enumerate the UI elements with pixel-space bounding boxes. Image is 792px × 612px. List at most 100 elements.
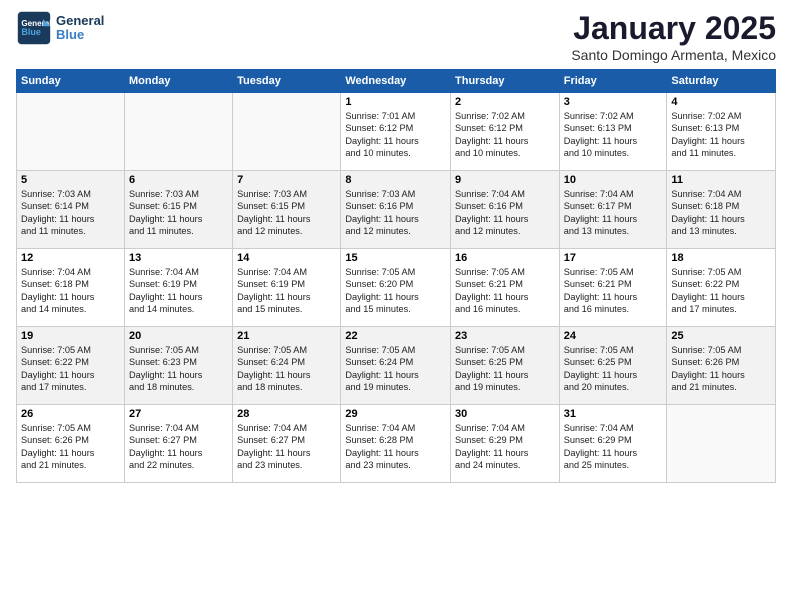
day-number: 7 <box>237 174 336 186</box>
day-number: 28 <box>237 408 336 420</box>
day-info: Sunrise: 7:05 AMSunset: 6:25 PMDaylight:… <box>455 344 555 394</box>
day-info: Sunrise: 7:05 AMSunset: 6:21 PMDaylight:… <box>455 266 555 316</box>
day-info: Sunrise: 7:05 AMSunset: 6:25 PMDaylight:… <box>564 344 663 394</box>
day-number: 16 <box>455 252 555 264</box>
day-number: 23 <box>455 330 555 342</box>
day-info: Sunrise: 7:04 AMSunset: 6:18 PMDaylight:… <box>21 266 120 316</box>
calendar-cell: 12 Sunrise: 7:04 AMSunset: 6:18 PMDayligh… <box>17 249 125 327</box>
day-info: Sunrise: 7:04 AMSunset: 6:18 PMDaylight:… <box>671 188 771 238</box>
logo-line2: Blue <box>56 28 104 42</box>
day-info: Sunrise: 7:01 AMSunset: 6:12 PMDaylight:… <box>345 110 446 160</box>
calendar-cell: 7Sunrise: 7:03 AMSunset: 6:15 PMDaylight… <box>233 171 341 249</box>
day-number: 13 <box>129 252 228 264</box>
calendar-cell: 25 Sunrise: 7:05 AMSunset: 6:26 PMDayligh… <box>667 327 776 405</box>
day-info: Sunrise: 7:05 AMSunset: 6:20 PMDaylight:… <box>345 266 446 316</box>
day-info: Sunrise: 7:02 AMSunset: 6:13 PMDaylight:… <box>671 110 771 160</box>
logo-line1: General <box>56 14 104 28</box>
calendar-cell: 1Sunrise: 7:01 AMSunset: 6:12 PMDaylight… <box>341 93 451 171</box>
header: General Blue General Blue January 2025 S… <box>16 10 776 63</box>
day-info: Sunrise: 7:05 AMSunset: 6:26 PMDaylight:… <box>671 344 771 394</box>
calendar-cell: 29Sunrise: 7:04 AMSunset: 6:28 PMDayligh… <box>341 405 451 483</box>
day-number: 17 <box>564 252 663 264</box>
calendar-week-row: 19 Sunrise: 7:05 AMSunset: 6:22 PMDayligh… <box>17 327 776 405</box>
day-info: Sunrise: 7:03 AMSunset: 6:14 PMDaylight:… <box>21 188 120 238</box>
calendar-cell: 26 Sunrise: 7:05 AMSunset: 6:26 PMDayligh… <box>17 405 125 483</box>
weekday-header-wednesday: Wednesday <box>341 70 451 93</box>
weekday-header-monday: Monday <box>124 70 232 93</box>
page: General Blue General Blue January 2025 S… <box>0 0 792 612</box>
svg-text:Blue: Blue <box>21 27 41 37</box>
calendar-cell: 15Sunrise: 7:05 AMSunset: 6:20 PMDayligh… <box>341 249 451 327</box>
calendar-cell: 23 Sunrise: 7:05 AMSunset: 6:25 PMDayligh… <box>451 327 560 405</box>
calendar-cell <box>667 405 776 483</box>
day-info: Sunrise: 7:04 AMSunset: 6:27 PMDaylight:… <box>129 422 228 472</box>
day-number: 21 <box>237 330 336 342</box>
day-info: Sunrise: 7:03 AMSunset: 6:15 PMDaylight:… <box>129 188 228 238</box>
weekday-header-saturday: Saturday <box>667 70 776 93</box>
calendar-cell: 19 Sunrise: 7:05 AMSunset: 6:22 PMDayligh… <box>17 327 125 405</box>
calendar-week-row: 26 Sunrise: 7:05 AMSunset: 6:26 PMDayligh… <box>17 405 776 483</box>
month-title: January 2025 <box>571 10 776 47</box>
day-info: Sunrise: 7:04 AMSunset: 6:29 PMDaylight:… <box>564 422 663 472</box>
calendar-week-row: 12 Sunrise: 7:04 AMSunset: 6:18 PMDayligh… <box>17 249 776 327</box>
day-number: 14 <box>237 252 336 264</box>
day-number: 2 <box>455 96 555 108</box>
calendar-table: SundayMondayTuesdayWednesdayThursdayFrid… <box>16 69 776 483</box>
weekday-header-thursday: Thursday <box>451 70 560 93</box>
day-number: 24 <box>564 330 663 342</box>
calendar-cell: 13Sunrise: 7:04 AMSunset: 6:19 PMDayligh… <box>124 249 232 327</box>
day-number: 20 <box>129 330 228 342</box>
day-number: 25 <box>671 330 771 342</box>
day-number: 3 <box>564 96 663 108</box>
calendar-cell: 20 Sunrise: 7:05 AMSunset: 6:23 PMDayligh… <box>124 327 232 405</box>
calendar-cell: 16 Sunrise: 7:05 AMSunset: 6:21 PMDayligh… <box>451 249 560 327</box>
calendar-cell <box>233 93 341 171</box>
day-number: 19 <box>21 330 120 342</box>
weekday-header-tuesday: Tuesday <box>233 70 341 93</box>
day-info: Sunrise: 7:04 AMSunset: 6:19 PMDaylight:… <box>237 266 336 316</box>
calendar-cell: 27 Sunrise: 7:04 AMSunset: 6:27 PMDayligh… <box>124 405 232 483</box>
day-info: Sunrise: 7:04 AMSunset: 6:17 PMDaylight:… <box>564 188 663 238</box>
calendar-cell: 22Sunrise: 7:05 AMSunset: 6:24 PMDayligh… <box>341 327 451 405</box>
location: Santo Domingo Armenta, Mexico <box>571 47 776 63</box>
calendar-cell: 10Sunrise: 7:04 AMSunset: 6:17 PMDayligh… <box>559 171 667 249</box>
calendar-cell: 3 Sunrise: 7:02 AMSunset: 6:13 PMDaylight… <box>559 93 667 171</box>
logo-icon: General Blue <box>16 10 52 46</box>
calendar-cell <box>17 93 125 171</box>
day-info: Sunrise: 7:05 AMSunset: 6:24 PMDaylight:… <box>237 344 336 394</box>
day-info: Sunrise: 7:02 AMSunset: 6:13 PMDaylight:… <box>564 110 663 160</box>
logo-text: General Blue <box>56 14 104 43</box>
day-number: 6 <box>129 174 228 186</box>
calendar-cell: 28 Sunrise: 7:04 AMSunset: 6:27 PMDayligh… <box>233 405 341 483</box>
day-number: 27 <box>129 408 228 420</box>
day-info: Sunrise: 7:05 AMSunset: 6:23 PMDaylight:… <box>129 344 228 394</box>
title-block: January 2025 Santo Domingo Armenta, Mexi… <box>571 10 776 63</box>
day-number: 26 <box>21 408 120 420</box>
day-number: 9 <box>455 174 555 186</box>
calendar-cell: 21 Sunrise: 7:05 AMSunset: 6:24 PMDayligh… <box>233 327 341 405</box>
day-info: Sunrise: 7:05 AMSunset: 6:22 PMDaylight:… <box>21 344 120 394</box>
day-number: 12 <box>21 252 120 264</box>
day-number: 4 <box>671 96 771 108</box>
logo: General Blue General Blue <box>16 10 104 46</box>
calendar-cell: 11Sunrise: 7:04 AMSunset: 6:18 PMDayligh… <box>667 171 776 249</box>
day-number: 29 <box>345 408 446 420</box>
calendar-cell: 18Sunrise: 7:05 AMSunset: 6:22 PMDayligh… <box>667 249 776 327</box>
day-info: Sunrise: 7:04 AMSunset: 6:16 PMDaylight:… <box>455 188 555 238</box>
calendar-cell: 30Sunrise: 7:04 AMSunset: 6:29 PMDayligh… <box>451 405 560 483</box>
calendar-cell: 2 Sunrise: 7:02 AMSunset: 6:12 PMDaylight… <box>451 93 560 171</box>
day-number: 5 <box>21 174 120 186</box>
day-number: 31 <box>564 408 663 420</box>
day-number: 30 <box>455 408 555 420</box>
calendar-week-row: 1Sunrise: 7:01 AMSunset: 6:12 PMDaylight… <box>17 93 776 171</box>
day-number: 8 <box>345 174 446 186</box>
day-info: Sunrise: 7:02 AMSunset: 6:12 PMDaylight:… <box>455 110 555 160</box>
day-info: Sunrise: 7:05 AMSunset: 6:26 PMDaylight:… <box>21 422 120 472</box>
day-number: 18 <box>671 252 771 264</box>
day-info: Sunrise: 7:05 AMSunset: 6:21 PMDaylight:… <box>564 266 663 316</box>
day-number: 22 <box>345 330 446 342</box>
calendar-week-row: 5 Sunrise: 7:03 AMSunset: 6:14 PMDaylight… <box>17 171 776 249</box>
calendar-cell: 17 Sunrise: 7:05 AMSunset: 6:21 PMDayligh… <box>559 249 667 327</box>
day-info: Sunrise: 7:03 AMSunset: 6:16 PMDaylight:… <box>345 188 446 238</box>
day-info: Sunrise: 7:04 AMSunset: 6:27 PMDaylight:… <box>237 422 336 472</box>
